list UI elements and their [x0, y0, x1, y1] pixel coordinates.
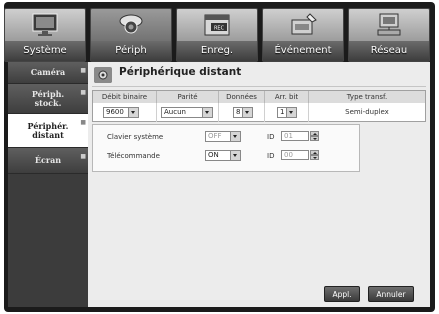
cancel-button[interactable]: Annuler — [368, 286, 414, 302]
chevron-down-icon — [286, 108, 296, 117]
sidebar-item-periph-stock[interactable]: Périph. stock. ■ — [8, 84, 88, 114]
remote-id-input[interactable]: 00 — [281, 150, 309, 160]
apply-button[interactable]: Appl. — [324, 286, 360, 302]
table-cell: 8 — [219, 103, 265, 122]
tab-evenement[interactable]: Événement — [262, 8, 344, 62]
sidebar-marker-icon: ■ — [80, 67, 86, 74]
sidebar-item-label: Périphér. distant — [27, 120, 69, 140]
data-bits-select[interactable]: 8 — [233, 107, 253, 118]
keyboard-id-label: ID — [267, 133, 275, 141]
keyboard-id-input[interactable]: 01 — [281, 131, 309, 141]
remote-id-stepper[interactable] — [310, 150, 319, 160]
column-header: Arr. bit — [265, 91, 309, 103]
remote-label: Télécommande — [107, 152, 160, 160]
sidebar-item-camera[interactable]: Caméra ■ — [8, 62, 88, 84]
table-cell: Aucun — [157, 103, 219, 122]
chevron-down-icon — [202, 108, 212, 117]
column-header: Données — [219, 91, 265, 103]
stop-bit-select[interactable]: 1 — [277, 107, 297, 118]
top-menu: Système Périph REC Enreg. Événement Rése… — [4, 8, 430, 62]
column-header: Débit binaire — [93, 91, 157, 103]
tab-periph[interactable]: Périph — [90, 8, 172, 62]
camera-icon — [119, 14, 143, 34]
sidebar-item-label: Périph. stock. — [31, 88, 65, 108]
sidebar-item-label: Écran — [34, 155, 62, 165]
keyboard-state-select[interactable]: OFF — [205, 131, 241, 142]
network-icon — [377, 13, 401, 36]
sidebar: Caméra ■ Périph. stock. ■ Périphér. dist… — [8, 62, 88, 307]
remote-id-label: ID — [267, 152, 275, 160]
svg-text:REC: REC — [214, 26, 225, 32]
keyboard-id-stepper[interactable] — [310, 131, 319, 141]
main-panel: Périphérique distant Débit binaire Parit… — [88, 62, 430, 307]
select-value: 9600 — [106, 108, 124, 116]
remote-device-icon — [94, 67, 112, 83]
sidebar-marker-icon: ■ — [80, 89, 86, 96]
baud-rate-select[interactable]: 9600 — [103, 107, 139, 118]
page-title: Périphérique distant — [119, 66, 242, 78]
monitor-icon — [32, 13, 58, 36]
table-cell: 9600 — [93, 103, 157, 122]
keyboard-label: Clavier système — [107, 133, 164, 141]
sidebar-item-ecran[interactable]: Écran ■ — [8, 148, 88, 174]
stepper-down-icon[interactable] — [310, 136, 319, 141]
title-divider — [92, 86, 426, 87]
tab-label: Périph — [91, 41, 171, 61]
remote-state-select[interactable]: ON — [205, 150, 241, 161]
chevron-down-icon — [230, 132, 240, 141]
tab-label: Événement — [263, 41, 343, 61]
select-value: OFF — [208, 132, 222, 140]
control-settings-box: Clavier système OFF ID 01 Télécommande O… — [92, 124, 360, 172]
sidebar-marker-icon: ■ — [80, 153, 86, 160]
event-icon — [291, 13, 317, 35]
tab-systeme[interactable]: Système — [4, 8, 86, 62]
sidebar-item-periph-distant[interactable]: Périphér. distant ■ — [8, 114, 88, 148]
tab-reseau[interactable]: Réseau — [348, 8, 430, 62]
tab-label: Système — [5, 41, 85, 61]
column-header: Type transf. — [309, 91, 425, 103]
select-value: 8 — [236, 108, 241, 116]
settings-table: Débit binaire Parité Données Arr. bit Ty… — [92, 90, 426, 122]
select-value: ON — [208, 151, 219, 159]
column-header: Parité — [157, 91, 219, 103]
table-cell: Semi-duplex — [309, 103, 425, 122]
sidebar-marker-icon: ■ — [80, 119, 86, 126]
select-value: Aucun — [164, 108, 186, 116]
transfer-type-value: Semi-duplex — [345, 108, 389, 116]
tab-label: Enreg. — [177, 41, 257, 61]
chevron-down-icon — [242, 108, 252, 117]
sidebar-item-label: Caméra — [30, 67, 66, 77]
tab-enreg[interactable]: REC Enreg. — [176, 8, 258, 62]
sidebar-empty-area — [8, 174, 88, 307]
table-cell: 1 — [265, 103, 309, 122]
chevron-down-icon — [128, 108, 138, 117]
chevron-down-icon — [230, 151, 240, 160]
tab-label: Réseau — [349, 41, 429, 61]
parity-select[interactable]: Aucun — [161, 107, 213, 118]
stepper-down-icon[interactable] — [310, 155, 319, 160]
record-icon: REC — [204, 14, 230, 36]
select-value: 1 — [280, 108, 285, 116]
